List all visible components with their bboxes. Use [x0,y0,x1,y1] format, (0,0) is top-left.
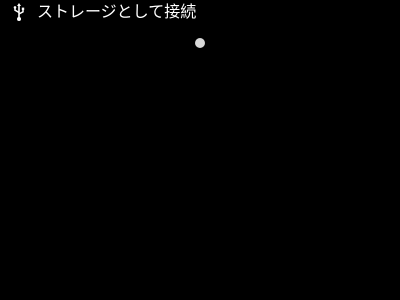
title-bar: ストレージとして接続 [0,0,400,24]
usb-storage-screen: ストレージとして接続 [0,0,400,300]
page-title: ストレージとして接続 [37,2,197,21]
usb-icon [12,3,26,22]
loading-indicator [195,38,205,48]
